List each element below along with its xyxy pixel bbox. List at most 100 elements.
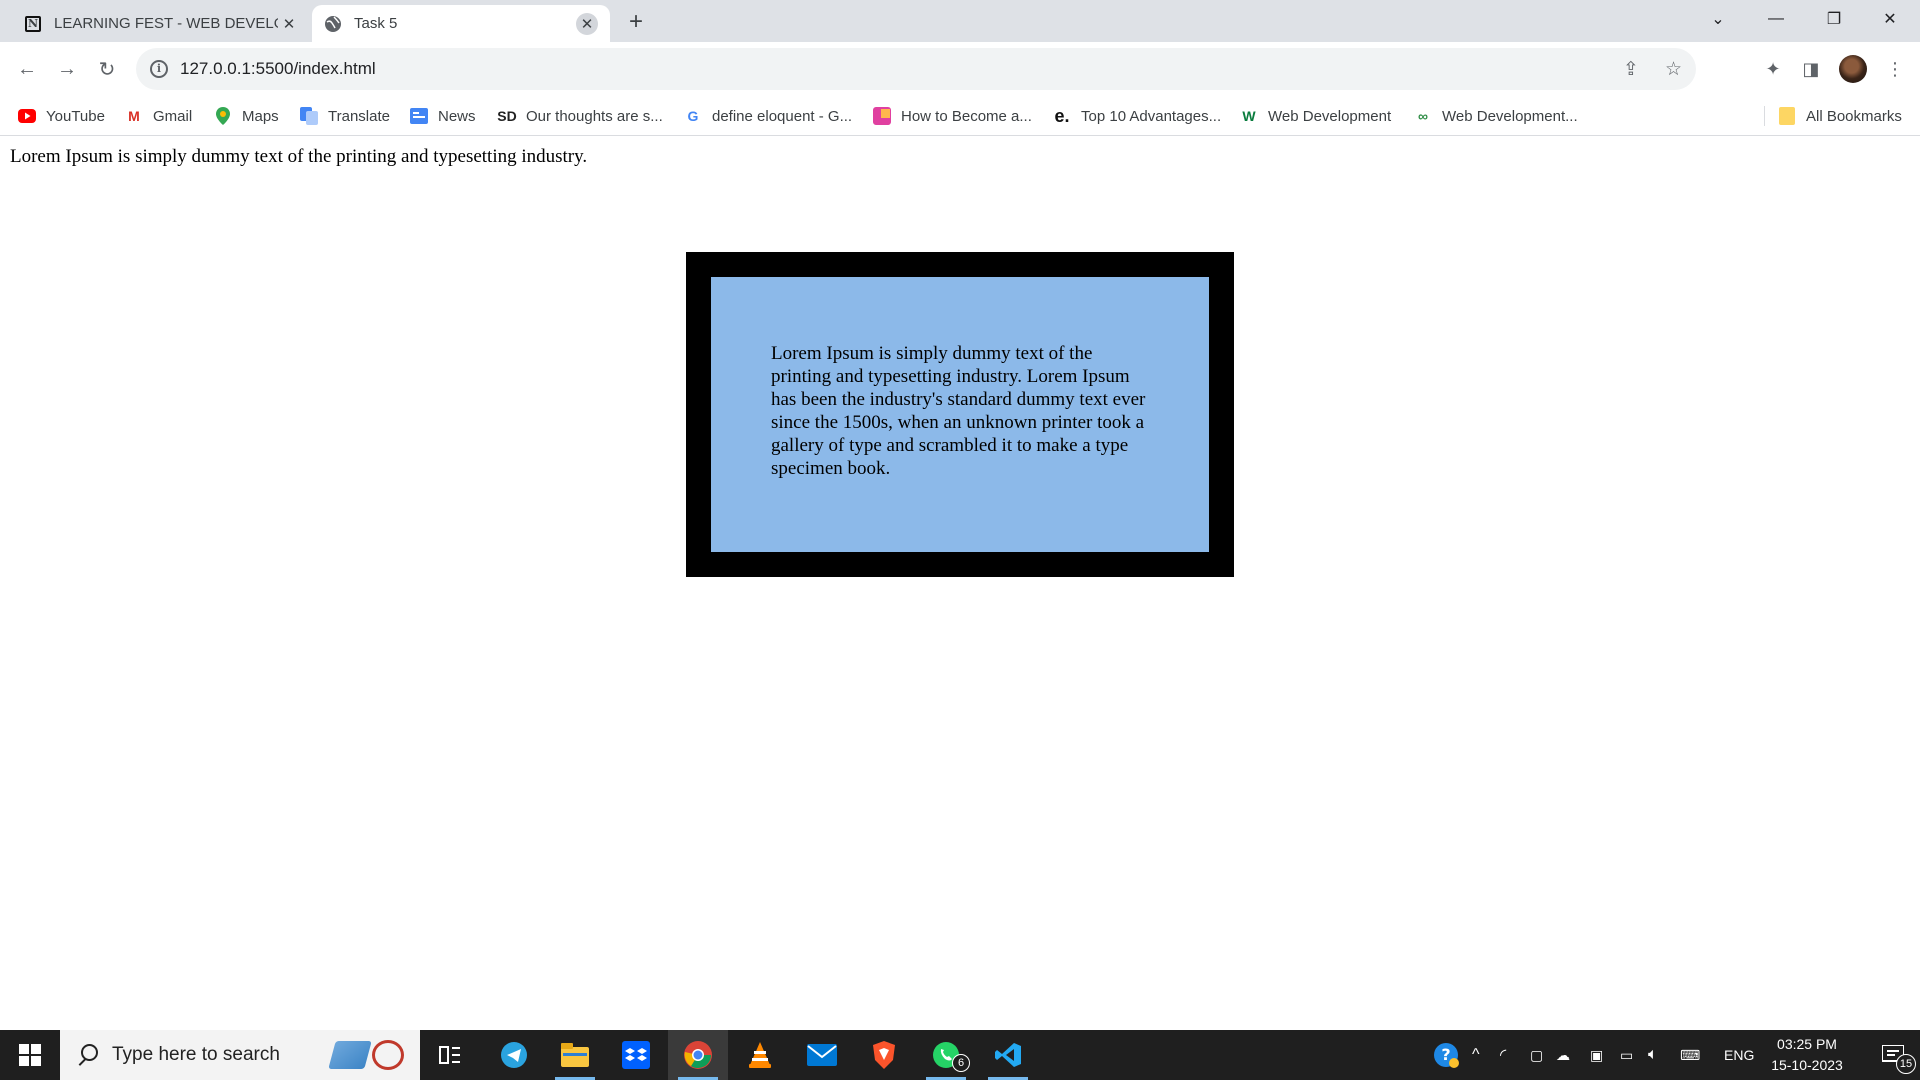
bookmark-icon xyxy=(873,107,891,125)
back-arrow-icon[interactable]: ← xyxy=(12,54,42,84)
windows-taskbar: Type here to search 6 ? ^ ◜ ▢ ☁ ▣ ▭ 🔈︎ ⌨… xyxy=(0,1030,1920,1080)
bookmark-news[interactable]: News xyxy=(410,96,476,136)
file-explorer-icon[interactable] xyxy=(545,1030,605,1080)
vlc-icon[interactable] xyxy=(730,1030,790,1080)
chrome-icon[interactable] xyxy=(668,1030,728,1080)
menu-kebab-icon[interactable]: ⋮ xyxy=(1880,54,1910,84)
youtube-icon xyxy=(18,107,36,125)
bookmark-youtube[interactable]: YouTube xyxy=(18,96,105,136)
translate-icon xyxy=(300,107,318,125)
display-icon[interactable]: ▣ xyxy=(1590,1030,1603,1080)
clock-time: 03:25 PM xyxy=(1777,1036,1837,1052)
reload-icon[interactable]: ↻ xyxy=(92,54,122,84)
svg-text:?: ? xyxy=(1441,1045,1450,1064)
bookmarks-bar: YouTube M Gmail Maps Translate News SD O… xyxy=(0,96,1920,136)
search-icon xyxy=(76,1044,98,1066)
news-icon xyxy=(410,107,428,125)
all-bookmarks-folder[interactable]: All Bookmarks xyxy=(1778,96,1902,136)
forward-arrow-icon[interactable]: → xyxy=(52,54,82,84)
bookmark-maps[interactable]: Maps xyxy=(214,96,279,136)
page-intro-text: Lorem Ipsum is simply dummy text of the … xyxy=(10,146,588,167)
whatsapp-badge: 6 xyxy=(952,1054,970,1072)
blue-content-box: Lorem Ipsum is simply dummy text of the … xyxy=(711,277,1209,552)
tab-title: Task 5 xyxy=(354,15,398,32)
bookmark-label: Our thoughts are s... xyxy=(526,107,663,125)
bookmark-label: Maps xyxy=(242,107,279,125)
bookmark-web-development[interactable]: W Web Development xyxy=(1240,96,1391,136)
box-paragraph: Lorem Ipsum is simply dummy text of the … xyxy=(771,342,1146,479)
notion-icon: N xyxy=(24,15,42,33)
keyboard-icon[interactable]: ⌨ xyxy=(1680,1030,1700,1080)
tab-task-5[interactable]: Task 5 ✕ xyxy=(312,5,610,42)
site-info-icon[interactable]: i xyxy=(150,60,168,78)
bookmark-how-to-become[interactable]: How to Become a... xyxy=(873,96,1032,136)
google-icon: G xyxy=(687,108,699,124)
telegram-icon[interactable] xyxy=(484,1030,544,1080)
tab-title: LEARNING FEST - WEB DEVELOP xyxy=(54,15,278,32)
bookmark-label: How to Become a... xyxy=(901,107,1032,125)
maps-icon xyxy=(214,107,232,125)
language-indicator[interactable]: ENG xyxy=(1724,1030,1754,1080)
search-placeholder: Type here to search xyxy=(112,1044,280,1065)
bookmark-translate[interactable]: Translate xyxy=(300,96,390,136)
help-icon[interactable]: ? xyxy=(1432,1030,1460,1080)
bookmark-label: Gmail xyxy=(153,107,193,125)
taskbar-search-box[interactable]: Type here to search xyxy=(60,1030,420,1080)
volume-icon[interactable]: 🔈︎ xyxy=(1648,1030,1658,1080)
bookmark-top-10[interactable]: e. Top 10 Advantages... xyxy=(1053,96,1221,136)
globe-icon xyxy=(324,15,342,33)
close-tab-icon[interactable]: ✕ xyxy=(278,13,300,35)
bordered-box: Lorem Ipsum is simply dummy text of the … xyxy=(686,252,1234,577)
restore-icon[interactable]: ❐ xyxy=(1806,0,1862,38)
onedrive-cloud-icon[interactable]: ☁ xyxy=(1556,1030,1570,1080)
notifications-icon[interactable]: 15 xyxy=(1866,1030,1920,1080)
bookmark-star-icon[interactable]: ☆ xyxy=(1665,58,1682,81)
extensions-puzzle-icon[interactable]: ✦ xyxy=(1758,54,1788,84)
bookmark-label: Top 10 Advantages... xyxy=(1081,107,1222,125)
address-bar[interactable]: i 127.0.0.1:5500/index.html ⇪ ☆ xyxy=(136,48,1696,90)
browser-toolbar: ← → ↻ i 127.0.0.1:5500/index.html ⇪ ☆ ✦ … xyxy=(0,42,1920,96)
w-icon: W xyxy=(1242,108,1256,124)
minimize-icon[interactable]: — xyxy=(1748,0,1804,38)
tab-search-chevron-icon[interactable]: ⌄ xyxy=(1690,0,1746,38)
address-url[interactable]: 127.0.0.1:5500/index.html xyxy=(180,59,376,79)
link-icon: ∞ xyxy=(1418,108,1428,124)
taskbar-clock[interactable]: 03:25 PM 15-10-2023 xyxy=(1762,1034,1852,1076)
brave-icon[interactable] xyxy=(854,1030,914,1080)
sd-icon: SD xyxy=(497,108,517,124)
browser-tab-strip: N LEARNING FEST - WEB DEVELOP ✕ Task 5 ✕… xyxy=(0,0,1920,42)
bookmark-label: Translate xyxy=(328,107,390,125)
profile-avatar[interactable] xyxy=(1838,54,1868,84)
battery-icon[interactable]: ▭ xyxy=(1620,1030,1633,1080)
share-icon[interactable]: ⇪ xyxy=(1623,58,1639,81)
bookmark-our-thoughts[interactable]: SD Our thoughts are s... xyxy=(497,96,663,136)
dropbox-icon[interactable] xyxy=(606,1030,666,1080)
side-panel-icon[interactable]: ◨ xyxy=(1796,54,1826,84)
bookmark-label: News xyxy=(438,107,476,125)
e-icon: e. xyxy=(1054,105,1070,126)
vscode-icon[interactable] xyxy=(978,1030,1038,1080)
task-view-icon[interactable] xyxy=(420,1030,480,1080)
folder-icon xyxy=(1778,107,1796,125)
gmail-icon: M xyxy=(128,108,140,124)
meet-now-icon[interactable]: ▢ xyxy=(1530,1030,1543,1080)
bookmarks-divider xyxy=(1764,106,1765,126)
close-tab-icon[interactable]: ✕ xyxy=(576,12,598,35)
whatsapp-icon[interactable]: 6 xyxy=(916,1030,976,1080)
bookmark-label: Web Development xyxy=(1268,107,1392,125)
bookmark-define-eloquent[interactable]: G define eloquent - G... xyxy=(684,96,853,136)
search-highlight-illustration xyxy=(328,1038,412,1072)
clock-date: 15-10-2023 xyxy=(1771,1057,1843,1073)
bookmark-label: define eloquent - G... xyxy=(712,107,853,125)
bookmark-gmail[interactable]: M Gmail xyxy=(125,96,192,136)
bookmark-web-development-2[interactable]: ∞ Web Development... xyxy=(1414,96,1578,136)
show-hidden-icons-chevron[interactable]: ^ xyxy=(1472,1030,1480,1080)
bookmark-label: Web Development... xyxy=(1442,107,1578,125)
new-tab-button[interactable]: + xyxy=(622,8,650,36)
bookmark-label: YouTube xyxy=(46,107,105,125)
wifi-icon[interactable]: ◜ xyxy=(1500,1030,1506,1080)
tab-learning-fest[interactable]: N LEARNING FEST - WEB DEVELOP ✕ xyxy=(12,5,312,42)
mail-icon[interactable] xyxy=(792,1030,852,1080)
windows-start-icon[interactable] xyxy=(0,1030,60,1080)
close-window-icon[interactable]: ✕ xyxy=(1862,0,1918,38)
